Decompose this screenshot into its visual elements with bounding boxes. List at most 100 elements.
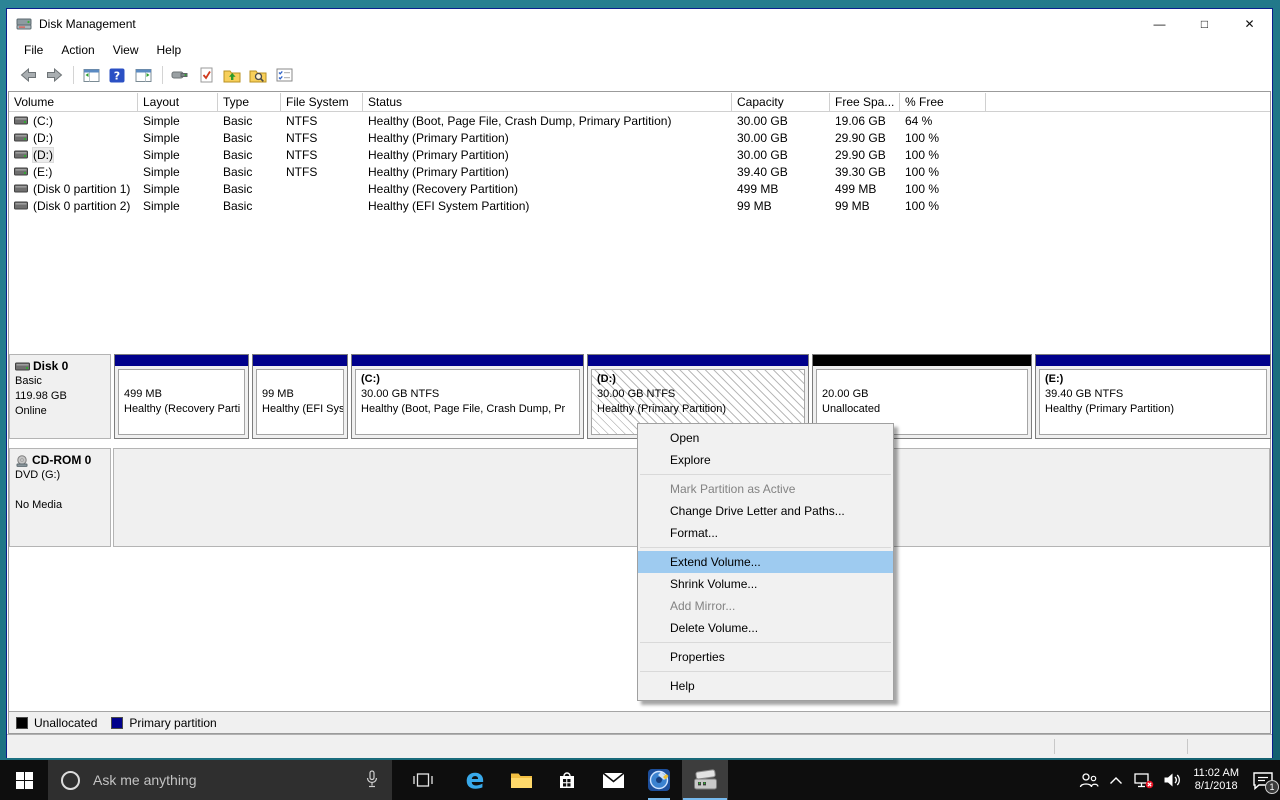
menu-item-extend-volume[interactable]: Extend Volume... (638, 551, 893, 573)
partition-label: (C:) (361, 372, 574, 387)
column-header-file-system[interactable]: File System (281, 93, 363, 111)
column-header-free-space[interactable]: Free Spa... (830, 93, 900, 111)
maximize-button[interactable]: □ (1182, 9, 1227, 39)
forward-icon[interactable] (42, 64, 66, 86)
volume-row[interactable]: (D:) Simple Basic NTFS Healthy (Primary … (9, 129, 1270, 146)
menu-item-format[interactable]: Format... (638, 522, 893, 544)
volume-row[interactable]: (C:) Simple Basic NTFS Healthy (Boot, Pa… (9, 112, 1270, 129)
volume-capacity: 39.40 GB (732, 165, 830, 179)
column-header-status[interactable]: Status (363, 93, 732, 111)
status-bar (7, 734, 1272, 758)
people-icon[interactable] (1076, 760, 1100, 800)
clock-date: 8/1/2018 (1193, 780, 1239, 793)
microphone-icon[interactable] (365, 770, 379, 789)
column-header-capacity[interactable]: Capacity (732, 93, 830, 111)
taskbar-store-button[interactable] (544, 760, 590, 800)
network-disconnected-icon[interactable] (1132, 760, 1156, 800)
minimize-button[interactable]: — (1137, 9, 1182, 39)
volume-file-system: NTFS (281, 165, 363, 179)
folder-up-icon[interactable] (220, 64, 244, 86)
volume-layout: Simple (138, 165, 218, 179)
menu-separator (640, 474, 891, 475)
partition-label (262, 372, 338, 387)
taskbar-disk-management-button[interactable] (682, 760, 728, 800)
notification-badge: 1 (1265, 780, 1279, 794)
menu-help[interactable]: Help (148, 41, 191, 59)
partition-label (822, 372, 1022, 387)
volume-icon (14, 184, 28, 193)
mail-icon (602, 772, 625, 789)
partition-c[interactable]: (C:) 30.00 GB NTFS Healthy (Boot, Page F… (351, 354, 584, 439)
help-icon[interactable]: ? (105, 64, 129, 86)
start-button[interactable] (0, 760, 48, 800)
taskbar-file-explorer-button[interactable] (498, 760, 544, 800)
volume-icon (14, 201, 28, 210)
disk0-label-panel[interactable]: Disk 0 Basic 119.98 GB Online (9, 354, 111, 439)
volume-name: (D:) (33, 131, 53, 145)
partition-bar (588, 355, 808, 366)
menu-item-help[interactable]: Help (638, 675, 893, 697)
volume-free-space: 499 MB (830, 182, 900, 196)
partition-status: Healthy (Primary Partition) (1045, 402, 1261, 417)
volume-row[interactable]: (Disk 0 partition 1) Simple Basic Health… (9, 180, 1270, 197)
tray-expand-chevron-icon[interactable] (1104, 760, 1128, 800)
menu-file[interactable]: File (15, 41, 52, 59)
search-box[interactable]: Ask me anything (48, 760, 392, 800)
menu-item-shrink-volume[interactable]: Shrink Volume... (638, 573, 893, 595)
back-icon[interactable] (16, 64, 40, 86)
taskbar-clock[interactable]: 11:02 AM 8/1/2018 (1193, 767, 1239, 793)
column-header-volume[interactable]: Volume (9, 93, 138, 111)
menu-item-explore[interactable]: Explore (638, 449, 893, 471)
menu-item-properties[interactable]: Properties (638, 646, 893, 668)
taskbar-mail-button[interactable] (590, 760, 636, 800)
partition-efi[interactable]: 99 MB Healthy (EFI Syst (252, 354, 348, 439)
volume-name: (Disk 0 partition 2) (33, 199, 130, 213)
volume-row[interactable]: (E:) Simple Basic NTFS Healthy (Primary … (9, 163, 1270, 180)
volume-status: Healthy (EFI System Partition) (363, 199, 732, 213)
close-button[interactable]: ✕ (1227, 9, 1272, 39)
task-view-button[interactable] (400, 760, 446, 800)
checklist-icon[interactable] (272, 64, 296, 86)
menu-item-change-drive-letter[interactable]: Change Drive Letter and Paths... (638, 500, 893, 522)
action-center-button[interactable]: 1 (1246, 760, 1280, 800)
column-header-type[interactable]: Type (218, 93, 281, 111)
volume-pct-free: 100 % (900, 165, 986, 179)
column-header-layout[interactable]: Layout (138, 93, 218, 111)
volume-icon (14, 133, 28, 142)
menu-item-open[interactable]: Open (638, 427, 893, 449)
clock-time: 11:02 AM (1193, 767, 1239, 780)
volume-icon (14, 167, 28, 176)
disk0-state: Online (15, 404, 105, 419)
menu-separator (640, 642, 891, 643)
volume-file-system: NTFS (281, 131, 363, 145)
menu-view[interactable]: View (104, 41, 148, 59)
volume-layout: Simple (138, 148, 218, 162)
menu-separator (640, 671, 891, 672)
partition-recovery[interactable]: 499 MB Healthy (Recovery Parti (114, 354, 249, 439)
partition-bar (813, 355, 1031, 366)
partition-bar (1036, 355, 1270, 366)
task-view-icon (413, 771, 433, 789)
toolbar: ? (7, 61, 1272, 89)
volume-row-selected[interactable]: (D:) Simple Basic NTFS Healthy (Primary … (9, 146, 1270, 163)
check-disk-icon[interactable] (194, 64, 218, 86)
column-header-pct-free[interactable]: % Free (900, 93, 986, 111)
partition-e[interactable]: (E:) 39.40 GB NTFS Healthy (Primary Part… (1035, 354, 1271, 439)
show-action-pane-icon[interactable] (131, 64, 155, 86)
titlebar[interactable]: Disk Management — □ ✕ (7, 9, 1272, 39)
legend-label: Primary partition (129, 716, 216, 730)
menu-item-delete-volume[interactable]: Delete Volume... (638, 617, 893, 639)
volume-type: Basic (218, 182, 281, 196)
cdrom-name: CD-ROM 0 (32, 453, 91, 468)
volume-row[interactable]: (Disk 0 partition 2) Simple Basic Health… (9, 197, 1270, 214)
volume-speaker-icon[interactable] (1160, 760, 1184, 800)
device-view-icon[interactable] (168, 64, 192, 86)
taskbar-edge-button[interactable]: e (452, 760, 498, 800)
volume-icon (14, 116, 28, 125)
volume-type: Basic (218, 165, 281, 179)
cdrom-label-panel[interactable]: CD-ROM 0 DVD (G:) No Media (9, 448, 111, 547)
folder-search-icon[interactable] (246, 64, 270, 86)
menu-action[interactable]: Action (52, 41, 103, 59)
show-console-tree-icon[interactable] (79, 64, 103, 86)
taskbar-disk-tool-button[interactable] (636, 760, 682, 800)
